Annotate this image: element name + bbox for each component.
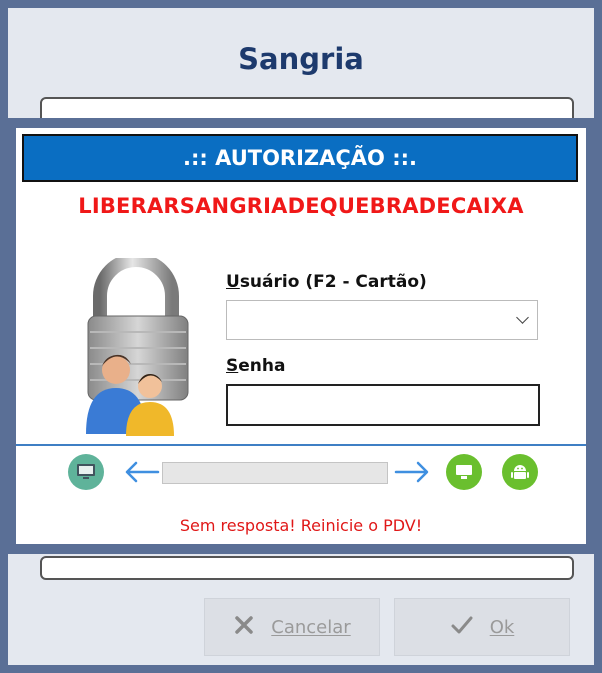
password-label: Senha xyxy=(226,356,286,376)
dialog-header: .:: AUTORIZAÇÃO ::. xyxy=(22,134,578,182)
divider xyxy=(16,444,586,446)
padlock-users-icon xyxy=(76,253,196,442)
ok-label: Ok xyxy=(489,616,515,638)
x-icon xyxy=(233,614,255,641)
android-icon xyxy=(502,454,538,490)
connection-status xyxy=(16,454,586,494)
chevron-down-icon[interactable] xyxy=(516,311,529,324)
cancel-button[interactable]: Cancelar xyxy=(204,598,380,656)
window-title: Sangria xyxy=(238,42,364,76)
connection-progress-bar xyxy=(162,462,388,484)
password-field[interactable] xyxy=(226,384,540,426)
authorization-code: LIBERARSANGRIADEQUEBRADECAIXA xyxy=(78,194,524,218)
check-icon xyxy=(450,614,474,641)
user-label: Usuário (F2 - Cartão) xyxy=(226,272,427,292)
user-select[interactable] xyxy=(226,300,538,340)
authorization-dialog: .:: AUTORIZAÇÃO ::. LIBERARSANGRIADEQUEB… xyxy=(8,118,594,554)
monitor-icon xyxy=(68,454,104,490)
authorization-panel: .:: AUTORIZAÇÃO ::. LIBERARSANGRIADEQUEB… xyxy=(16,128,586,544)
ok-button[interactable]: Ok xyxy=(394,598,570,656)
cancel-label: Cancelar xyxy=(271,616,351,638)
arrow-left-icon xyxy=(124,458,160,490)
server-icon xyxy=(446,454,482,490)
status-message: Sem resposta! Reinicie o PDV! xyxy=(179,516,423,535)
arrow-right-icon xyxy=(394,458,430,490)
sangria-bottom-field[interactable] xyxy=(40,556,574,580)
